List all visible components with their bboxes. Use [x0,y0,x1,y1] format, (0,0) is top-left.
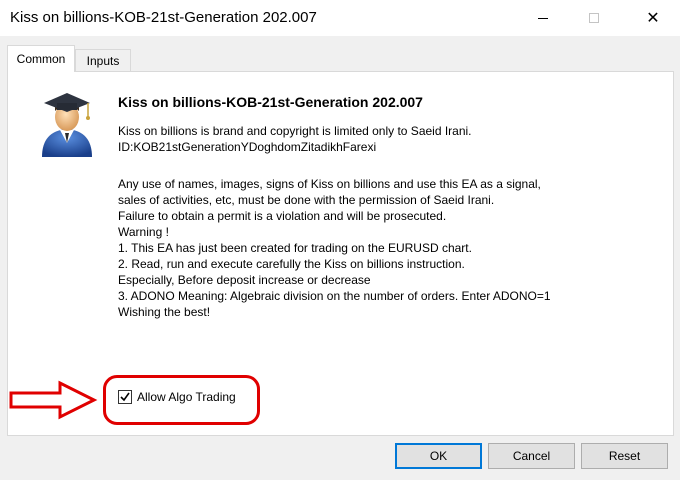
description-text: Any use of names, images, signs of Kiss … [118,176,551,320]
reset-button-label: Reset [608,449,641,463]
minimize-icon [538,17,548,19]
description-line: Wishing the best! [118,305,211,319]
reset-button[interactable]: Reset [581,443,668,469]
description-line: Failure to obtain a permit is a violatio… [118,209,447,223]
ok-button[interactable]: OK [395,443,482,469]
copyright-line: Kiss on billions is brand and copyright … [118,124,472,138]
id-line: ID:KOB21stGenerationYDoghdomZitadikhFare… [118,140,377,154]
close-button[interactable]: ✕ [630,0,676,36]
maximize-button[interactable] [571,0,617,36]
copyright-text: Kiss on billions is brand and copyright … [118,123,472,155]
cancel-button-label: Cancel [512,449,551,463]
tab-common-label: Common [16,52,66,66]
graduate-user-icon [42,93,92,157]
description-line: 2. Read, run and execute carefully the K… [118,257,465,271]
description-line: Warning ! [118,225,169,239]
window-title: Kiss on billions-KOB-21st-Generation 202… [10,9,317,26]
tab-inputs-label: Inputs [86,54,120,68]
tab-inputs[interactable]: Inputs [75,49,131,72]
annotation-highlight-box [103,375,260,425]
close-icon: ✕ [646,10,660,27]
tab-common[interactable]: Common [7,45,75,72]
description-line: Especially, Before deposit increase or d… [118,273,371,287]
title-bar: Kiss on billions-KOB-21st-Generation 202… [0,0,680,36]
description-line: 1. This EA has just been created for tra… [118,241,472,255]
ok-button-label: OK [429,449,448,463]
description-line: sales of activities, etc, must be done w… [118,193,495,207]
minimize-button[interactable] [520,0,566,36]
description-line: Any use of names, images, signs of Kiss … [118,177,541,191]
annotation-arrow-icon [9,380,98,420]
ea-heading: Kiss on billions-KOB-21st-Generation 202… [118,94,423,110]
cancel-button[interactable]: Cancel [488,443,575,469]
description-line: 3. ADONO Meaning: Algebraic division on … [118,289,551,303]
maximize-icon [589,13,599,23]
